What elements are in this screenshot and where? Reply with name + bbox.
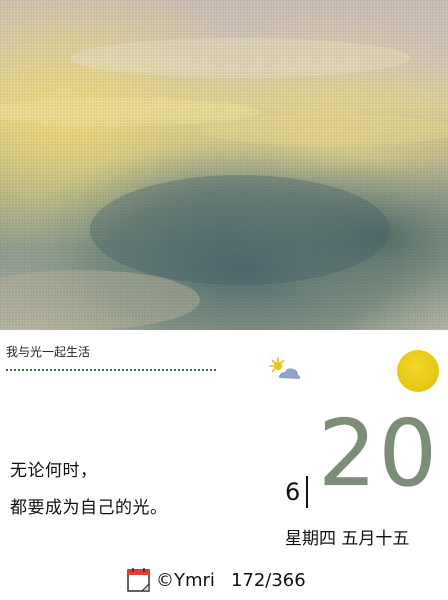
footer: ©Ymri 172/366 bbox=[126, 566, 306, 594]
partly-sunny-icon bbox=[269, 357, 301, 379]
landscape-image bbox=[0, 0, 448, 330]
day-number: 20 bbox=[318, 400, 440, 507]
caption-divider bbox=[6, 369, 216, 371]
day-of-year-count: 172/366 bbox=[230, 569, 306, 591]
month-divider bbox=[306, 476, 308, 508]
month-number: 6 bbox=[285, 478, 301, 506]
quote-line-1: 无论何时， bbox=[10, 461, 98, 481]
quote-line-2: 都要成为自己的光。 bbox=[10, 498, 168, 518]
weekday-lunar-date: 星期四 五月十五 bbox=[285, 529, 410, 549]
author-credit: ©Ymri bbox=[156, 569, 215, 591]
header-photo bbox=[0, 0, 448, 330]
caption-text: 我与光一起生活 bbox=[6, 345, 91, 359]
calendar-icon bbox=[127, 568, 150, 592]
sun-circle-icon bbox=[397, 350, 439, 392]
